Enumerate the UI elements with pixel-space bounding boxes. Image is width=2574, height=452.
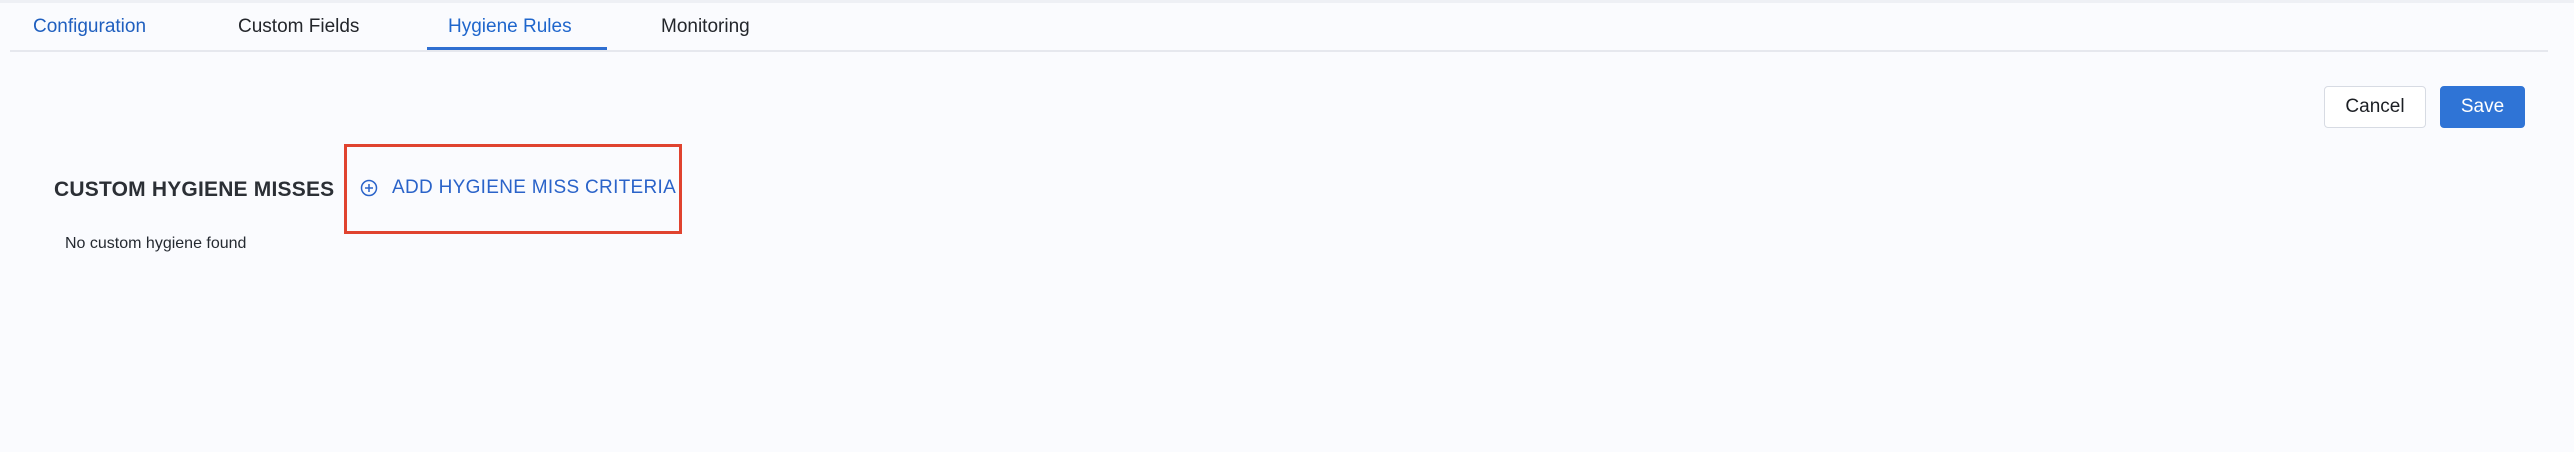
active-tab-indicator: [427, 47, 607, 50]
tab-custom-fields[interactable]: Custom Fields: [238, 14, 359, 40]
add-hygiene-miss-criteria-label: ADD HYGIENE MISS CRITERIA: [392, 177, 677, 198]
empty-state-text: No custom hygiene found: [65, 235, 247, 252]
cancel-button[interactable]: Cancel: [2324, 86, 2426, 128]
section-title: CUSTOM HYGIENE MISSES: [54, 178, 335, 201]
tab-monitoring[interactable]: Monitoring: [661, 14, 750, 40]
tab-bar: Configuration Custom Fields Hygiene Rule…: [10, 0, 2548, 52]
tab-hygiene-rules[interactable]: Hygiene Rules: [448, 14, 572, 40]
plus-circle-icon: [360, 179, 378, 197]
add-hygiene-miss-criteria-button[interactable]: ADD HYGIENE MISS CRITERIA: [360, 177, 676, 199]
save-button[interactable]: Save: [2440, 86, 2525, 128]
tab-configuration[interactable]: Configuration: [33, 14, 146, 40]
